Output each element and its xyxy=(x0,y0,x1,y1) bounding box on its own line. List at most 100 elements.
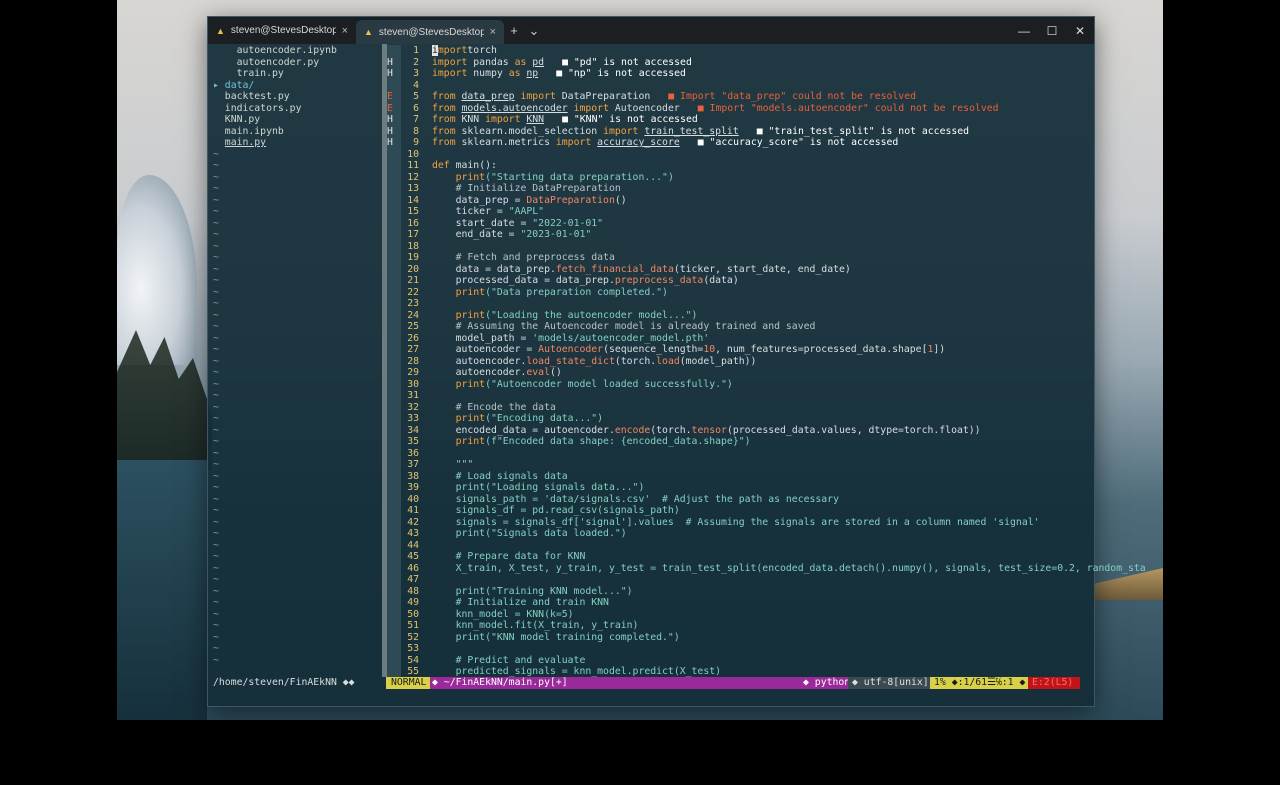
code-line[interactable]: 39 print("Loading signals data...") xyxy=(387,482,1093,494)
tree-file[interactable]: backtest.py xyxy=(213,91,379,103)
line-number: 12 xyxy=(407,171,419,183)
code-token: main(): xyxy=(449,160,497,171)
code-line[interactable]: H 2 import pandas as pd ■ "pd" is not acces… xyxy=(387,56,1093,68)
code-line[interactable]: 55 predicted_signals = knn_model.predict… xyxy=(387,666,1093,678)
code-line[interactable]: E 6 from models.autoencoder import Autoenc… xyxy=(387,102,1093,114)
code-line[interactable]: 33 print("Encoding data...") xyxy=(387,413,1093,425)
code-token: knn_model.fit(X_train, y_train) xyxy=(432,620,639,631)
code-line[interactable]: 51 knn_model.fit(X_train, y_train) xyxy=(387,620,1093,632)
tree-file[interactable]: main.ipynb xyxy=(213,126,379,138)
code-line[interactable]: 31 xyxy=(387,390,1093,402)
sign-column xyxy=(387,332,401,344)
code-line[interactable]: H 3 import numpy as np ■ "np" is not access… xyxy=(387,68,1093,80)
code-line[interactable]: 40 signals_path = 'data/signals.csv' # A… xyxy=(387,493,1093,505)
code-line[interactable]: 20 data = data_prep.fetch_financial_data… xyxy=(387,263,1093,275)
code-line[interactable]: 30 print("Autoencoder model loaded succe… xyxy=(387,378,1093,390)
empty-line-marker: ~ xyxy=(213,585,219,597)
tab-close-icon[interactable]: × xyxy=(342,25,348,37)
tree-file[interactable]: autoencoder.py xyxy=(213,57,379,69)
code-line[interactable]: 42 signals = signals_df['signal'].values… xyxy=(387,516,1093,528)
code-line[interactable]: H 7 from KNN import KNN ■ "KNN" is not acce… xyxy=(387,114,1093,126)
hint-diagnostic: ■ "train_test_split" is not accessed xyxy=(756,125,970,137)
chevron-right-icon[interactable]: ▸ xyxy=(213,80,225,91)
code-token: 'models/autoencoder_model.pth' xyxy=(532,332,710,344)
code-token: (f"Encoded data shape: {encoded_data.sha… xyxy=(485,436,751,447)
tree-file[interactable]: indicators.py xyxy=(213,103,379,115)
terminal-tab-1[interactable]: ▲ steven@StevesDesktop: ~/Fin × xyxy=(208,17,356,44)
tree-file[interactable]: train.py xyxy=(213,68,379,80)
new-tab-button[interactable]: + xyxy=(504,17,524,44)
hint-diagnostic: ■ "np" is not accessed xyxy=(556,68,686,79)
code-line[interactable]: 16 start_date = "2022-01-01" xyxy=(387,217,1093,229)
code-line[interactable]: H 8 from sklearn.model_selection import tr… xyxy=(387,125,1093,137)
minimize-button[interactable]: — xyxy=(1010,17,1038,44)
maximize-button[interactable]: ☐ xyxy=(1038,17,1066,44)
code-line[interactable]: 25 # Assuming the Autoencoder model is a… xyxy=(387,321,1093,333)
code-line[interactable]: 13 # Initialize DataPreparation xyxy=(387,183,1093,195)
code-line[interactable]: 53 xyxy=(387,643,1093,655)
code-line[interactable]: 43 print("Signals data loaded.") xyxy=(387,528,1093,540)
code-line[interactable]: 26 model_path = 'models/autoencoder_mode… xyxy=(387,332,1093,344)
terminal-content[interactable]: autoencoder.ipynb autoencoder.py train.p… xyxy=(208,44,1146,706)
empty-line-marker: ~ xyxy=(213,286,219,298)
tree-file[interactable]: main.py xyxy=(213,137,379,149)
code-line[interactable]: 50 knn_model = KNN(k=5) xyxy=(387,608,1093,620)
code-line[interactable]: 27 autoencoder = Autoencoder(sequence_le… xyxy=(387,344,1093,356)
tree-file[interactable]: autoencoder.ipynb xyxy=(213,45,379,57)
code-token: autoencoder. xyxy=(432,367,527,378)
code-line[interactable]: 29 autoencoder.eval() xyxy=(387,367,1093,379)
code-line[interactable]: 32 # Encode the data xyxy=(387,401,1093,413)
code-token: ("Loading the autoencoder model...") xyxy=(485,309,698,321)
sign-column xyxy=(387,240,401,252)
code-line[interactable]: 45 # Prepare data for KNN xyxy=(387,551,1093,563)
tab-close-icon[interactable]: × xyxy=(490,26,496,38)
hint-diagnostic: ■ "pd" is not accessed xyxy=(562,56,692,68)
code-line[interactable]: 34 encoded_data = autoencoder.encode(tor… xyxy=(387,424,1093,436)
code-line[interactable]: 54 # Predict and evaluate xyxy=(387,654,1093,666)
file-tree[interactable]: autoencoder.ipynb autoencoder.py train.p… xyxy=(213,45,379,666)
terminal-tab-2[interactable]: ▲ steven@StevesDesktop: ~/Fin × xyxy=(356,20,504,44)
code-token: "2023-01-01" xyxy=(520,229,592,240)
code-line[interactable]: 48 print("Training KNN model...") xyxy=(387,585,1093,597)
code-line[interactable]: 15 ticker = "AAPL" xyxy=(387,206,1093,218)
empty-line-marker: ~ xyxy=(213,309,219,321)
code-line[interactable]: 10 xyxy=(387,148,1093,160)
code-line[interactable]: H 9 from sklearn.metrics import accuracy_s… xyxy=(387,137,1093,149)
tab-dropdown-button[interactable]: ⌄ xyxy=(524,17,544,44)
tree-entry-label: autoencoder.py xyxy=(224,56,320,68)
tree-entry-label: main.ipynb xyxy=(224,125,284,137)
code-line[interactable]: 44 xyxy=(387,539,1093,551)
code-line[interactable]: 35 print(f"Encoded data shape: {encoded_… xyxy=(387,436,1093,448)
code-token: autoencoder = xyxy=(432,344,539,355)
code-line[interactable]: 23 xyxy=(387,298,1093,310)
code-line[interactable]: 11 def main(): xyxy=(387,160,1093,172)
code-line[interactable]: 36 xyxy=(387,447,1093,459)
tree-directory[interactable]: ▸ data/ xyxy=(213,80,379,92)
close-window-button[interactable]: ✕ xyxy=(1066,17,1094,44)
code-line[interactable]: 4 xyxy=(387,79,1093,91)
code-line[interactable]: 22 print("Data preparation completed.") xyxy=(387,286,1093,298)
line-number: 27 xyxy=(407,344,419,355)
code-line[interactable]: 28 autoencoder.load_state_dict(torch.loa… xyxy=(387,355,1093,367)
code-line[interactable]: 47 xyxy=(387,574,1093,586)
empty-line-marker: ~ xyxy=(213,505,219,516)
code-line[interactable]: 17 end_date = "2023-01-01" xyxy=(387,229,1093,241)
code-line[interactable]: 46 X_train, X_test, y_train, y_test = tr… xyxy=(387,562,1146,574)
code-token: accuracy_score xyxy=(597,137,680,148)
code-line[interactable]: 14 data_prep = DataPreparation() xyxy=(387,194,1093,206)
code-line[interactable]: 19 # Fetch and preprocess data xyxy=(387,252,1093,264)
code-token: from xyxy=(432,102,456,114)
code-line[interactable]: 38 # Load signals data xyxy=(387,470,1093,482)
code-line[interactable]: 52 print("KNN model training completed."… xyxy=(387,631,1093,643)
code-line[interactable]: 24 print("Loading the autoencoder model.… xyxy=(387,309,1093,321)
code-line[interactable]: 41 signals_df = pd.read_csv(signals_path… xyxy=(387,505,1093,517)
code-line[interactable]: 21 processed_data = data_prep.preprocess… xyxy=(387,275,1093,287)
code-line[interactable]: 1 importtorch xyxy=(387,45,1093,57)
code-line[interactable]: 37 """ xyxy=(387,459,1093,471)
code-editor[interactable]: 1 importtorch H 2 import pandas as pd ■ "pd" … xyxy=(387,45,1146,678)
code-line[interactable]: 18 xyxy=(387,240,1093,252)
tree-file[interactable]: KNN.py xyxy=(213,114,379,126)
code-line[interactable]: 12 print("Starting data preparation...") xyxy=(387,171,1093,183)
code-line[interactable]: 49 # Initialize and train KNN xyxy=(387,597,1093,609)
code-line[interactable]: E 5 from data_prep import DataPreparation ■… xyxy=(387,91,1093,103)
